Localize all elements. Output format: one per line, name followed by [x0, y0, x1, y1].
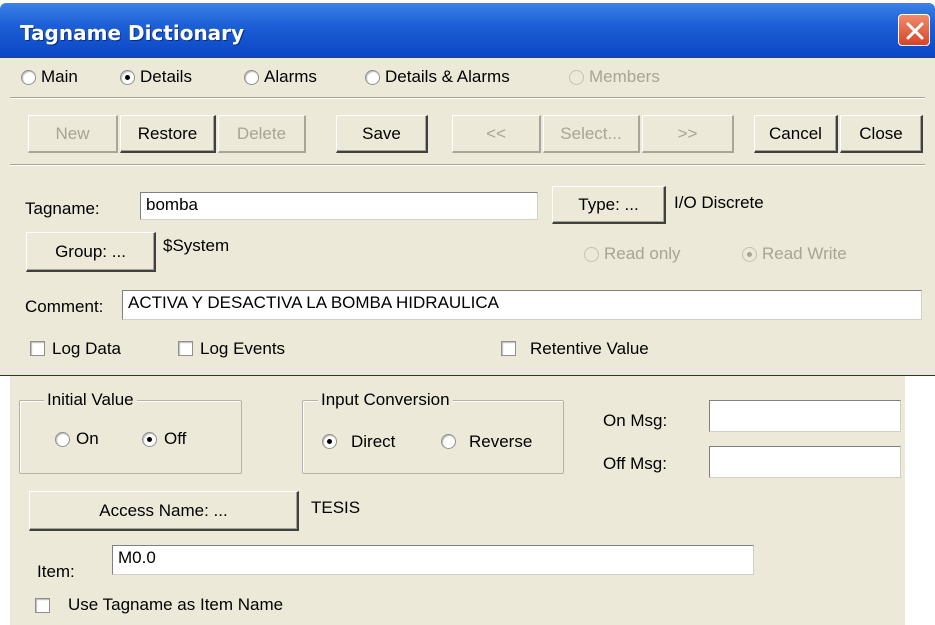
radio-details-label: Details: [140, 67, 192, 86]
initial-value-legend: Initial Value: [44, 390, 137, 410]
window-title: Tagname Dictionary: [20, 21, 245, 45]
item-label: Item:: [37, 562, 75, 581]
background-edge: [0, 376, 10, 625]
item-input[interactable]: M0.0: [112, 545, 754, 575]
on-msg-input[interactable]: [709, 400, 901, 432]
radio-alarms[interactable]: [244, 70, 259, 85]
initial-value-group: [19, 400, 242, 474]
log-events-label: Log Events: [200, 339, 286, 358]
tagname-input[interactable]: bomba: [140, 192, 538, 220]
read-write-label: Read Write: [762, 244, 847, 263]
cancel-button[interactable]: Cancel: [754, 115, 838, 153]
radio-initial-off[interactable]: [142, 432, 157, 447]
radio-read-only[interactable]: [584, 247, 599, 262]
use-tagname-checkbox[interactable]: [35, 598, 50, 613]
off-msg-label: Off Msg:: [603, 454, 667, 473]
save-button[interactable]: Save: [336, 115, 428, 153]
radio-main-label: Main: [41, 67, 78, 86]
close-icon: [906, 22, 924, 40]
input-conversion-legend: Input Conversion: [318, 390, 453, 410]
off-msg-input[interactable]: [709, 446, 901, 478]
read-only-label: Read only: [604, 244, 681, 263]
log-data-label: Log Data: [52, 339, 121, 358]
comment-input[interactable]: ACTIVA Y DESACTIVA LA BOMBA HIDRAULICA: [122, 290, 922, 320]
access-name-button[interactable]: Access Name: ...: [29, 491, 299, 531]
radio-alarms-label: Alarms: [264, 67, 317, 86]
log-events-checkbox[interactable]: [178, 341, 193, 356]
access-name-value: TESIS: [311, 498, 361, 517]
tagname-label: Tagname:: [25, 199, 100, 218]
retentive-value-label: Retentive Value: [530, 339, 649, 358]
use-tagname-label: Use Tagname as Item Name: [68, 595, 284, 614]
restore-button[interactable]: Restore: [120, 115, 216, 153]
divider: [10, 164, 925, 166]
previous-button[interactable]: <<: [452, 115, 541, 153]
divider: [10, 97, 925, 99]
new-button[interactable]: New: [28, 115, 118, 153]
radio-details-alarms-label: Details & Alarms: [385, 67, 510, 86]
next-button[interactable]: >>: [642, 115, 734, 153]
group-button[interactable]: Group: ...: [26, 232, 156, 272]
direct-label: Direct: [351, 432, 396, 451]
details-panel: Initial Value On Off Input Conversion Di…: [0, 376, 935, 625]
radio-main[interactable]: [21, 70, 36, 85]
radio-details[interactable]: [120, 70, 135, 85]
radio-members[interactable]: [569, 70, 584, 85]
title-bar[interactable]: Tagname Dictionary: [0, 3, 935, 58]
initial-on-label: On: [76, 429, 99, 448]
tag-panel: Main Details Alarms Details & Alarms Mem…: [0, 58, 935, 376]
radio-reverse[interactable]: [441, 434, 456, 449]
radio-read-write[interactable]: [742, 247, 757, 262]
delete-button[interactable]: Delete: [218, 115, 306, 153]
on-msg-label: On Msg:: [603, 411, 668, 430]
initial-off-label: Off: [164, 429, 187, 448]
radio-details-alarms[interactable]: [365, 70, 380, 85]
close-window-button[interactable]: [898, 14, 930, 46]
comment-label: Comment:: [25, 297, 104, 316]
radio-direct[interactable]: [322, 434, 337, 449]
background-area: [905, 376, 935, 625]
type-value: I/O Discrete: [674, 193, 764, 212]
type-button[interactable]: Type: ...: [552, 186, 666, 224]
group-value: $System: [163, 236, 230, 255]
reverse-label: Reverse: [469, 432, 533, 451]
radio-members-label: Members: [589, 67, 660, 86]
radio-initial-on[interactable]: [55, 432, 70, 447]
retentive-value-checkbox[interactable]: [501, 341, 516, 356]
select-button[interactable]: Select...: [543, 115, 640, 153]
close-button[interactable]: Close: [840, 115, 923, 153]
log-data-checkbox[interactable]: [30, 341, 45, 356]
